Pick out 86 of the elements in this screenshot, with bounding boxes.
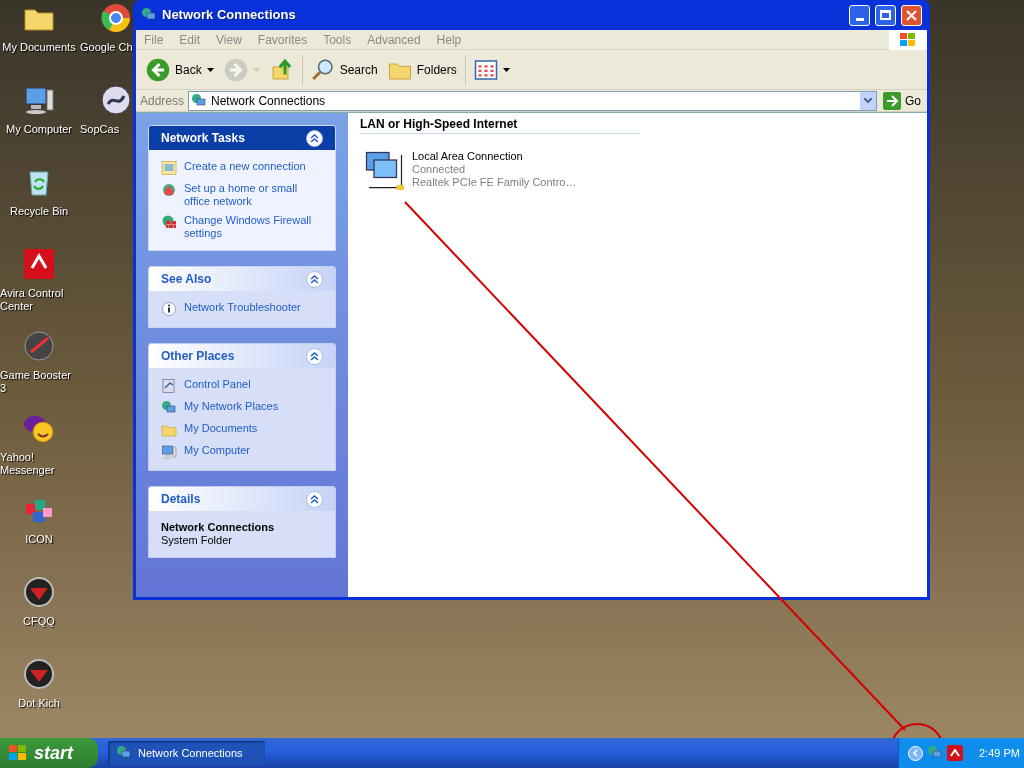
menu-item[interactable]: Advanced xyxy=(359,30,429,49)
clock: 2:49 PM xyxy=(978,745,1020,761)
desktop-icon-label[interactable]: My Documents xyxy=(2,41,76,54)
panel-title: Details xyxy=(161,491,201,508)
search-button[interactable]: Search xyxy=(308,57,380,82)
double-chevron-icon xyxy=(310,274,319,284)
double-chevron-icon xyxy=(310,494,319,504)
task-link[interactable]: Change Windows Firewall settings xyxy=(184,214,323,240)
globe-house-icon xyxy=(161,182,177,198)
show-hidden-icons-button[interactable] xyxy=(908,745,923,761)
maximize-button[interactable] xyxy=(875,4,896,26)
desktop-icon-label[interactable]: Dot Kich xyxy=(18,697,60,710)
connection-device: Realtek PCIe FE Family Contro… xyxy=(412,176,577,189)
caret-icon xyxy=(252,67,260,72)
details-type: System Folder xyxy=(161,534,233,547)
computer-icon xyxy=(161,444,177,460)
dropdown-button[interactable] xyxy=(860,91,876,110)
menu-item[interactable]: Edit xyxy=(171,30,209,49)
globe-icon xyxy=(100,2,132,34)
task-link[interactable]: My Network Places xyxy=(184,400,279,413)
desktop-icon-label[interactable]: CFQQ xyxy=(23,615,55,628)
collapse-button[interactable] xyxy=(306,347,323,365)
taskbar-button[interactable]: Network Connections xyxy=(108,741,265,765)
task-link[interactable]: Control Panel xyxy=(184,378,251,391)
close-icon xyxy=(906,9,917,21)
desktop-icon-label[interactable]: Google Ch xyxy=(80,41,133,54)
info-icon xyxy=(161,301,177,317)
double-chevron-icon xyxy=(310,351,319,361)
group-heading: LAN or High-Speed Internet xyxy=(360,117,518,131)
address-label: Address xyxy=(140,92,185,110)
details-name: Network Connections xyxy=(161,521,276,534)
grid-view-icon xyxy=(473,57,498,82)
back-button[interactable]: Back xyxy=(144,57,216,82)
control-panel-icon xyxy=(161,378,177,394)
task-link[interactable]: Set up a home or small office network xyxy=(184,182,323,208)
wizard-icon xyxy=(161,160,177,176)
go-arrow-icon xyxy=(883,91,901,110)
panel-title: See Also xyxy=(161,271,212,288)
desktop-icon-label[interactable]: Yahoo! Messenger xyxy=(0,451,78,477)
search-icon xyxy=(310,57,335,82)
desktop-icon-label[interactable]: My Computer xyxy=(6,123,72,136)
go-button[interactable]: Go xyxy=(881,91,923,110)
task-link[interactable]: My Documents xyxy=(184,422,258,435)
up-folder-icon xyxy=(269,57,294,82)
task-link[interactable]: My Computer xyxy=(184,444,251,457)
connection-name[interactable]: Local Area Connection xyxy=(412,150,577,163)
connection-status: Connected xyxy=(412,163,467,176)
folders-button[interactable]: Folders xyxy=(385,57,459,82)
desktop-icon-label[interactable]: SopCas xyxy=(80,123,120,136)
address-field[interactable]: Network Connections xyxy=(188,90,877,111)
task-link[interactable]: Create a new connection xyxy=(184,160,306,173)
panel-title: Network Tasks xyxy=(161,130,245,147)
network-computers-icon xyxy=(161,400,177,416)
chevron-icon xyxy=(912,749,919,757)
close-button[interactable] xyxy=(901,4,922,26)
network-computers-icon xyxy=(191,92,208,109)
collapse-button[interactable] xyxy=(306,490,323,508)
menu-item[interactable]: Tools xyxy=(315,30,360,49)
desktop-icon-label[interactable]: ICON xyxy=(25,533,53,546)
folder-icon xyxy=(161,422,177,438)
emblem-icon xyxy=(23,658,55,690)
double-chevron-icon xyxy=(310,133,319,143)
menu-item[interactable]: Help xyxy=(428,30,470,49)
menu-item[interactable]: Favorites xyxy=(249,30,316,49)
collapse-button[interactable] xyxy=(306,270,323,288)
network-connection-icon xyxy=(364,150,404,190)
panel-title: Other Places xyxy=(161,348,235,365)
windows-logo-icon xyxy=(8,744,28,762)
windows-logo-icon xyxy=(889,29,927,50)
menu-item[interactable]: View xyxy=(208,30,250,49)
desktop-icon-label[interactable]: Game Booster 3 xyxy=(0,369,78,395)
desktop-icon-label[interactable]: Recycle Bin xyxy=(9,205,69,218)
collapse-button[interactable] xyxy=(306,129,323,147)
window-title: Network Connections xyxy=(162,6,297,25)
brick-wall-icon xyxy=(161,214,177,230)
caret-icon xyxy=(502,67,510,72)
caret-icon xyxy=(206,67,214,72)
caret-icon xyxy=(864,98,872,103)
network-computers-icon xyxy=(116,745,132,761)
minimize-button[interactable] xyxy=(849,4,870,26)
desktop-icon-label[interactable]: Avira Control Center xyxy=(0,287,78,313)
start-button[interactable]: start xyxy=(0,738,98,768)
emblem-icon xyxy=(23,576,55,608)
gauge-icon xyxy=(23,330,55,362)
computer-icon xyxy=(23,84,55,116)
network-computers-icon xyxy=(141,7,157,23)
